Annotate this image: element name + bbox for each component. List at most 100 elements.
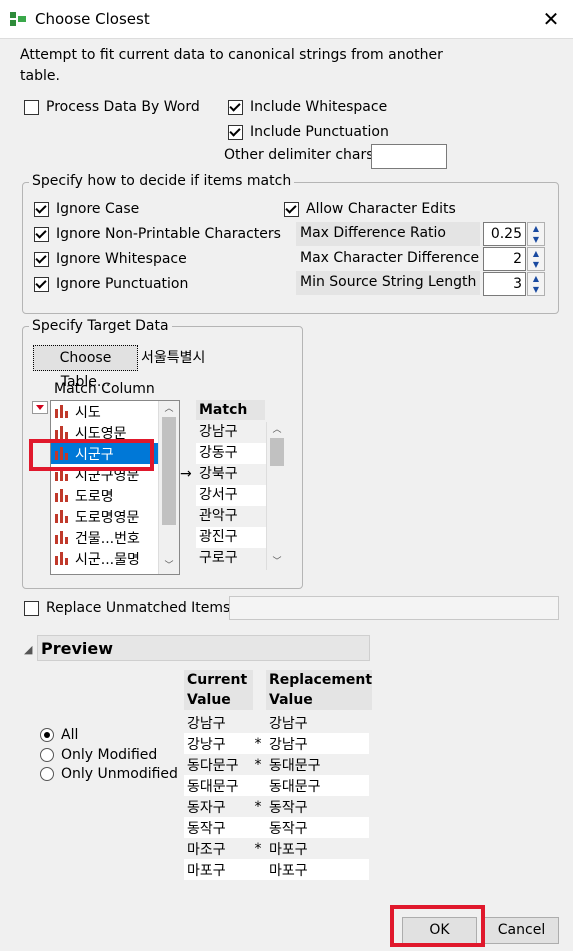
replace-unmatched-label: Replace Unmatched Items xyxy=(46,600,231,616)
choose-table-button[interactable]: Choose Table... xyxy=(33,345,138,390)
max-char-diff-spinner[interactable]: ▲ ▼ xyxy=(527,247,545,271)
column-menu-icon[interactable] xyxy=(32,401,48,414)
ignore-whitespace-label: Ignore Whitespace xyxy=(56,251,187,267)
spin-up-icon[interactable]: ▲ xyxy=(528,248,544,259)
ignore-nonprintable-checkbox[interactable] xyxy=(34,226,49,242)
radio-modified[interactable] xyxy=(40,748,54,762)
spin-down-icon[interactable]: ▼ xyxy=(528,234,544,245)
min-source-len-label: Min Source String Length xyxy=(300,274,477,290)
table-row: 마조구 * 마포구 xyxy=(184,838,369,859)
cancel-button[interactable]: Cancel xyxy=(484,917,559,944)
preview-table: 강남구 강남구 강낭구 * 강남구 동다문구 * 동대문구 동대문구 동대문구 동자구 * 동작구 동작구… xyxy=(184,712,369,880)
process-by-word-option[interactable]: Process Data By Word xyxy=(24,99,200,115)
radio-modified-option[interactable]: Only Modified xyxy=(40,747,157,763)
bar-chart-icon xyxy=(55,509,69,524)
arrow-icon: → xyxy=(180,466,192,482)
ignore-nonprintable-label: Ignore Non-Printable Characters xyxy=(56,226,281,242)
scroll-down-icon[interactable]: ﹀ xyxy=(159,558,179,574)
modified-mark: * xyxy=(254,735,262,752)
target-table-name: 서울특별시 xyxy=(141,350,206,366)
preview-title[interactable]: Preview xyxy=(37,635,370,661)
max-char-diff-label: Max Character Difference xyxy=(300,250,480,266)
table-row: 마포구 마포구 xyxy=(184,859,369,880)
max-diff-ratio-input[interactable]: 0.25 xyxy=(483,222,526,246)
radio-all-option[interactable]: All xyxy=(40,727,78,743)
close-icon[interactable]: ✕ xyxy=(538,6,564,32)
radio-all[interactable] xyxy=(40,728,54,742)
scroll-thumb[interactable] xyxy=(162,417,176,525)
allow-edits-checkbox[interactable] xyxy=(284,201,299,217)
match-column-list[interactable]: 시도 시도영문 시군구 시군구영문 도로명 도로명영문 건물...번호 시군..… xyxy=(50,400,180,575)
list-item[interactable]: 건물...번호 xyxy=(51,527,158,548)
include-punctuation-checkbox[interactable] xyxy=(228,124,243,140)
allow-edits-option[interactable]: Allow Character Edits xyxy=(284,201,456,217)
scroll-down-icon[interactable]: ﹀ xyxy=(267,554,287,570)
disclosure-icon[interactable]: ◢ xyxy=(24,643,32,656)
replacement-value-cell: 강남구 xyxy=(269,715,308,732)
bar-chart-icon xyxy=(55,404,69,419)
ignore-case-label: Ignore Case xyxy=(56,201,140,217)
ignore-case-checkbox[interactable] xyxy=(34,201,49,217)
max-char-diff-input[interactable]: 2 xyxy=(483,247,526,271)
include-punctuation-label: Include Punctuation xyxy=(250,124,389,140)
scroll-thumb[interactable] xyxy=(270,438,284,466)
match-value: 관악구 xyxy=(196,506,266,527)
scroll-up-icon[interactable]: ︿ xyxy=(267,422,287,438)
column-list-scrollbar[interactable]: ︿ ﹀ xyxy=(158,401,179,574)
ignore-case-option[interactable]: Ignore Case xyxy=(34,201,139,217)
replacement-value-cell: 마포구 xyxy=(269,862,308,879)
table-row: 강낭구 * 강남구 xyxy=(184,733,369,754)
min-source-len-spinner[interactable]: ▲ ▼ xyxy=(527,272,545,296)
current-value-cell: 강남구 xyxy=(187,715,226,732)
include-whitespace-checkbox[interactable] xyxy=(228,99,243,115)
ignore-whitespace-checkbox[interactable] xyxy=(34,251,49,267)
include-whitespace-option[interactable]: Include Whitespace xyxy=(228,99,387,115)
current-value-cell: 동작구 xyxy=(187,820,226,837)
ignore-nonprintable-option[interactable]: Ignore Non-Printable Characters xyxy=(34,226,281,242)
radio-unmodified[interactable] xyxy=(40,767,54,781)
spin-up-icon[interactable]: ▲ xyxy=(528,273,544,284)
replace-unmatched-checkbox[interactable] xyxy=(24,600,39,616)
list-item[interactable]: 시도 xyxy=(51,401,158,422)
current-value-cell: 동자구 xyxy=(187,799,226,816)
header-replacement: Replacement Value xyxy=(266,670,372,710)
other-delimiter-input[interactable] xyxy=(371,144,447,169)
modified-mark xyxy=(250,859,266,880)
match-value: 강서구 xyxy=(196,485,266,506)
spin-down-icon[interactable]: ▼ xyxy=(528,259,544,270)
radio-modified-label: Only Modified xyxy=(61,747,158,763)
modified-mark: * xyxy=(254,840,262,857)
radio-unmodified-option[interactable]: Only Unmodified xyxy=(40,766,178,782)
ignore-punctuation-option[interactable]: Ignore Punctuation xyxy=(34,276,188,292)
include-punctuation-option[interactable]: Include Punctuation xyxy=(228,124,389,140)
replacement-value-cell: 동대문구 xyxy=(269,757,321,774)
radio-unmodified-label: Only Unmodified xyxy=(61,766,178,782)
list-item[interactable]: 도로명 xyxy=(51,485,158,506)
match-value: 강동구 xyxy=(196,443,266,464)
spin-up-icon[interactable]: ▲ xyxy=(528,223,544,234)
replace-unmatched-input[interactable] xyxy=(229,596,559,620)
modified-mark: * xyxy=(254,798,262,815)
replacement-value-cell: 동작구 xyxy=(269,820,308,837)
highlight-ok-button xyxy=(390,905,485,947)
list-item[interactable]: 시군...물명 xyxy=(51,548,158,569)
modified-mark xyxy=(250,817,266,838)
current-value-cell: 동다문구 xyxy=(187,757,239,774)
spin-down-icon[interactable]: ▼ xyxy=(528,284,544,295)
modified-mark: * xyxy=(254,756,262,773)
replace-unmatched-option[interactable]: Replace Unmatched Items xyxy=(24,600,230,616)
scroll-up-icon[interactable]: ︿ xyxy=(159,401,179,417)
match-values-scrollbar[interactable]: ︿ ﹀ xyxy=(266,422,287,570)
match-value: 강북구 xyxy=(196,464,266,485)
ignore-punctuation-checkbox[interactable] xyxy=(34,276,49,292)
match-value: 강남구 xyxy=(196,422,266,443)
ignore-whitespace-option[interactable]: Ignore Whitespace xyxy=(34,251,187,267)
current-value-cell: 마조구 xyxy=(187,841,226,858)
list-item[interactable]: 도로명영문 xyxy=(51,506,158,527)
current-value-cell: 동대문구 xyxy=(187,778,239,795)
max-diff-ratio-spinner[interactable]: ▲ ▼ xyxy=(527,222,545,246)
include-whitespace-label: Include Whitespace xyxy=(250,99,388,115)
match-value: 구로구 xyxy=(196,548,266,569)
process-by-word-checkbox[interactable] xyxy=(24,99,39,115)
min-source-len-input[interactable]: 3 xyxy=(483,272,526,296)
